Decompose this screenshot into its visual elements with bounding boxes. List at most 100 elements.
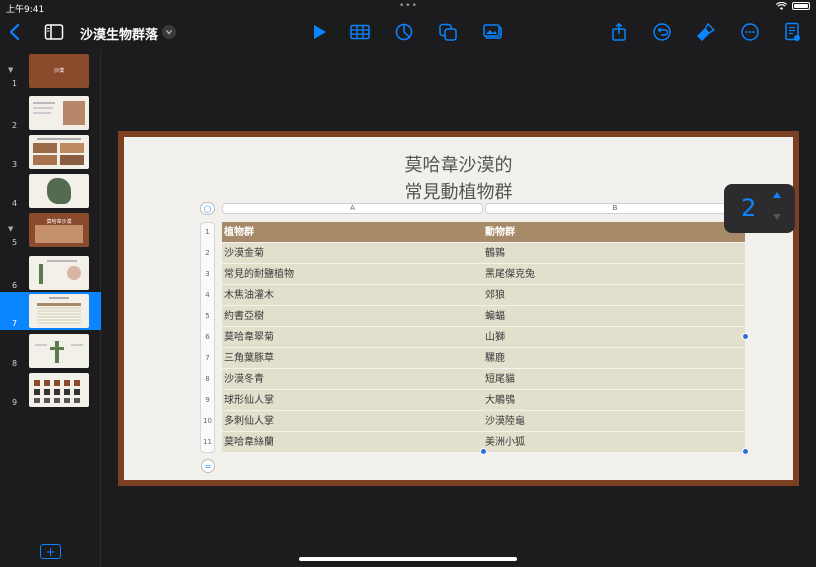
column-header-b[interactable]: B	[485, 203, 745, 214]
resize-handle-corner[interactable]	[742, 448, 749, 455]
resize-handle-right[interactable]	[742, 333, 749, 340]
table-cell[interactable]: 鶴鶉	[485, 243, 505, 264]
slide-number: 6	[12, 281, 18, 290]
slide-number: 7	[12, 319, 18, 328]
chevron-down-icon[interactable]	[162, 25, 176, 39]
table-row[interactable]: 多刺仙人掌 沙漠陸龜	[222, 411, 745, 432]
slide-thumb-1[interactable]: ▼ 沙漠 1	[0, 52, 101, 90]
table-cell[interactable]: 山獅	[485, 327, 505, 348]
slide-number: 4	[12, 199, 18, 208]
slide-thumb-3[interactable]: 3	[0, 133, 101, 171]
row-number[interactable]: 3	[200, 264, 215, 284]
increment-arrow-icon[interactable]	[773, 192, 781, 198]
slide-number: 5	[12, 238, 18, 247]
wifi-icon	[776, 2, 787, 10]
status-bar: 上午9:41 •••	[0, 0, 816, 15]
table-cell[interactable]: 三角葉豚草	[224, 348, 274, 369]
row-number[interactable]: 7	[200, 348, 215, 368]
table-cell[interactable]: 美洲小狐	[485, 432, 525, 453]
column-header-a[interactable]: A	[222, 203, 483, 214]
slide-title[interactable]: 莫哈韋沙漠的 常見動植物群	[124, 152, 793, 206]
slide-number: 2	[12, 121, 18, 130]
back-chevron-icon[interactable]	[3, 20, 27, 44]
play-icon[interactable]	[307, 20, 331, 44]
table-cell[interactable]: 郊狼	[485, 285, 505, 306]
row-number[interactable]: 9	[200, 390, 215, 410]
slide-thumb-6[interactable]: 6	[0, 254, 101, 292]
table-cell[interactable]: 莫哈韋翠菊	[224, 327, 274, 348]
table-cell[interactable]: 短尾貓	[485, 369, 515, 390]
table-cell[interactable]: 植物群	[224, 222, 254, 243]
table-cell[interactable]: 沙漠金菊	[224, 243, 264, 264]
table-row[interactable]: 常見的耐鹽植物 黑尾傑克兔	[222, 264, 745, 285]
table-cell[interactable]: 大鵰鴞	[485, 390, 515, 411]
format-brush-icon[interactable]	[694, 20, 718, 44]
table-row[interactable]: 木焦油灌木 郊狼	[222, 285, 745, 306]
table-header-row[interactable]: 植物群 動物群	[222, 222, 745, 243]
home-indicator[interactable]	[299, 557, 517, 561]
slide-thumbnail	[29, 334, 89, 368]
slide-thumbnail: 沙漠	[29, 54, 89, 88]
slide-thumb-9[interactable]: 9	[0, 371, 101, 409]
table-cell[interactable]: 常見的耐鹽植物	[224, 264, 294, 285]
table-cell[interactable]: 黑尾傑克兔	[485, 264, 535, 285]
table-cell[interactable]: 木焦油灌木	[224, 285, 274, 306]
table-cell[interactable]: 沙漠陸龜	[485, 411, 525, 432]
decrement-arrow-icon[interactable]	[773, 214, 781, 220]
media-icon[interactable]	[481, 20, 505, 44]
table-row[interactable]: 約書亞樹 蝙蝠	[222, 306, 745, 327]
row-number[interactable]: 10	[200, 411, 215, 431]
row-number[interactable]: 1	[200, 222, 215, 242]
slide-number: 8	[12, 359, 18, 368]
multitasking-dots-icon[interactable]: •••	[399, 1, 418, 11]
slide-thumb-8[interactable]: 8	[0, 332, 101, 370]
row-number[interactable]: 11	[200, 432, 215, 452]
slide-thumbnail	[29, 135, 89, 169]
table-cell[interactable]: 動物群	[485, 222, 515, 243]
table-cell[interactable]: 沙漠冬青	[224, 369, 264, 390]
table-row[interactable]: 沙漠冬青 短尾貓	[222, 369, 745, 390]
slide-thumb-4[interactable]: 4	[0, 172, 101, 210]
slide-number: 1	[12, 79, 18, 88]
row-number[interactable]: 8	[200, 369, 215, 389]
slide-thumbnail: 莫哈韋沙漠	[29, 213, 89, 247]
stepper-value: 2	[741, 194, 757, 222]
table-cell[interactable]: 多刺仙人掌	[224, 411, 274, 432]
table-select-handle[interactable]: ◯	[200, 202, 215, 215]
table-cell[interactable]: 騾鹿	[485, 348, 505, 369]
slide-thumb-5[interactable]: ▼ 莫哈韋沙漠 5	[0, 211, 101, 249]
slide-thumbnail	[29, 174, 89, 208]
slide-number: 3	[12, 160, 18, 169]
table-row[interactable]: 莫哈韋翠菊 山獅	[222, 327, 745, 348]
undo-icon[interactable]	[650, 20, 674, 44]
chart-icon[interactable]	[392, 20, 416, 44]
table-row[interactable]: 三角葉豚草 騾鹿	[222, 348, 745, 369]
row-number[interactable]: 4	[200, 285, 215, 305]
table-row[interactable]: 沙漠金菊 鶴鶉	[222, 243, 745, 264]
column-count-stepper[interactable]: 2	[724, 184, 795, 233]
share-icon[interactable]	[607, 20, 631, 44]
table-cell[interactable]: 球形仙人掌	[224, 390, 274, 411]
shapes-icon[interactable]	[436, 20, 460, 44]
document-title[interactable]: 沙漠生物群落	[80, 24, 158, 43]
row-number[interactable]: 6	[200, 327, 215, 347]
table-icon[interactable]	[348, 20, 372, 44]
resize-handle-bottom[interactable]	[480, 448, 487, 455]
slide-thumbnail	[29, 373, 89, 407]
document-icon[interactable]	[780, 20, 804, 44]
disclosure-down-icon[interactable]: ▼	[8, 225, 13, 233]
sidebar-icon[interactable]	[42, 20, 66, 44]
add-slide-button[interactable]: +	[40, 544, 61, 559]
slide-thumb-7[interactable]: 7	[0, 292, 101, 330]
table-cell[interactable]: 約書亞樹	[224, 306, 264, 327]
table-cell[interactable]: 蝙蝠	[485, 306, 505, 327]
table-cell[interactable]: 莫哈韋絲蘭	[224, 432, 274, 453]
table-row[interactable]: 球形仙人掌 大鵰鴞	[222, 390, 745, 411]
row-number[interactable]: 2	[200, 243, 215, 263]
add-row-button[interactable]: =	[201, 459, 215, 473]
row-number[interactable]: 5	[200, 306, 215, 326]
battery-icon	[792, 2, 810, 10]
more-icon[interactable]	[738, 20, 762, 44]
disclosure-down-icon[interactable]: ▼	[8, 66, 13, 74]
slide-thumb-2[interactable]: 2	[0, 94, 101, 132]
